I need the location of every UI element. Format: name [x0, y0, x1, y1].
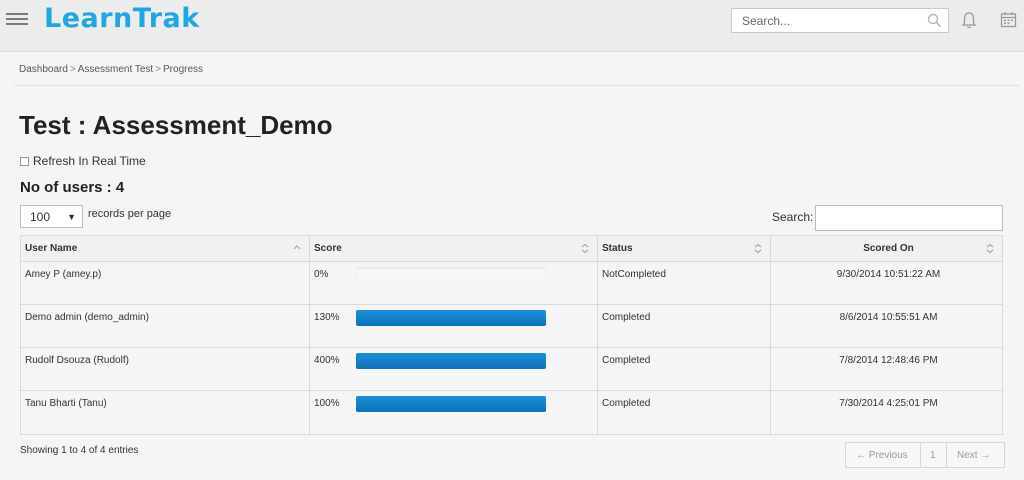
scored-on-cell: 9/30/2014 10:51:22 AM	[836, 269, 941, 280]
user-name-cell: Rudolf Dsouza (Rudolf)	[21, 348, 310, 390]
score-progress-bar	[356, 310, 546, 326]
breadcrumb-progress: Progress	[163, 64, 204, 75]
table-search-label: Search:	[772, 210, 814, 224]
score-progress-bar	[356, 353, 546, 369]
refresh-realtime-checkbox[interactable]	[20, 156, 29, 166]
status-cell: Completed	[598, 391, 771, 434]
breadcrumb-separator: >	[155, 64, 162, 75]
calendar-icon[interactable]	[1000, 11, 1017, 28]
refresh-realtime-option: Refresh In Real Time	[20, 154, 146, 168]
column-header-status[interactable]: Status	[598, 236, 771, 261]
column-header-label: Scored On	[863, 243, 914, 254]
score-percent: 0%	[314, 269, 329, 280]
column-header-label: User Name	[25, 243, 78, 254]
app-logo[interactable]: LearnTrak	[44, 3, 200, 34]
score-progress-fill	[356, 353, 546, 369]
global-search[interactable]	[731, 8, 949, 33]
score-cell: 100%	[310, 391, 598, 434]
sort-asc-icon	[293, 245, 301, 250]
menu-icon[interactable]	[6, 13, 28, 27]
search-icon[interactable]	[927, 13, 942, 28]
score-cell: 0%	[310, 262, 598, 304]
score-percent: 100%	[314, 398, 340, 409]
table-header-row: User Name Score Status Scored On	[21, 236, 1002, 262]
column-header-label: Score	[314, 243, 342, 254]
scored-on-cell: 7/8/2014 12:48:46 PM	[839, 355, 938, 366]
top-bar: LearnTrak	[0, 0, 1024, 52]
previous-page-button[interactable]: ← Previous	[846, 443, 921, 467]
breadcrumb-dashboard[interactable]: Dashboard	[19, 64, 68, 75]
user-name-cell: Demo admin (demo_admin)	[21, 305, 310, 347]
breadcrumb: Dashboard > Assessment Test > Progress	[19, 64, 203, 75]
score-progress-bar	[356, 396, 546, 412]
page-1-button[interactable]: 1	[921, 443, 947, 467]
column-header-user-name[interactable]: User Name	[21, 236, 310, 261]
score-percent: 130%	[314, 312, 340, 323]
table-info: Showing 1 to 4 of 4 entries	[20, 445, 139, 456]
column-header-score[interactable]: Score	[310, 236, 598, 261]
divider	[14, 85, 1020, 86]
user-name-cell: Tanu Bharti (Tanu)	[21, 391, 310, 434]
table-row: Rudolf Dsouza (Rudolf) 400% Completed 7/…	[21, 348, 1002, 391]
breadcrumb-assessment-test[interactable]: Assessment Test	[78, 64, 153, 75]
table-search-input[interactable]	[815, 205, 1003, 231]
records-per-page-select[interactable]: 100 ▼	[20, 205, 83, 228]
scored-on-cell: 7/30/2014 4:25:01 PM	[839, 398, 938, 409]
page-title: Test : Assessment_Demo	[19, 110, 333, 140]
score-cell: 130%	[310, 305, 598, 347]
table-row: Amey P (amey.p) 0% NotCompleted 9/30/201…	[21, 262, 1002, 305]
status-cell: Completed	[598, 305, 771, 347]
bell-icon[interactable]	[961, 11, 977, 29]
refresh-realtime-label: Refresh In Real Time	[33, 154, 146, 168]
chevron-down-icon: ▼	[67, 212, 76, 222]
global-search-input[interactable]	[732, 9, 917, 32]
score-percent: 400%	[314, 355, 340, 366]
sort-both-icon	[754, 243, 762, 254]
status-cell: Completed	[598, 348, 771, 390]
sort-both-icon	[581, 243, 589, 254]
records-per-page-value: 100	[30, 210, 51, 224]
user-name-cell: Amey P (amey.p)	[21, 262, 310, 304]
breadcrumb-separator: >	[69, 64, 76, 75]
column-header-label: Status	[602, 243, 633, 254]
table-row: Tanu Bharti (Tanu) 100% Completed 7/30/2…	[21, 391, 1002, 434]
score-cell: 400%	[310, 348, 598, 390]
table-row: Demo admin (demo_admin) 130% Completed 8…	[21, 305, 1002, 348]
scored-on-cell: 8/6/2014 10:55:51 AM	[839, 312, 938, 323]
score-progress-bar	[356, 267, 546, 283]
next-page-button[interactable]: Next →	[947, 443, 1004, 467]
progress-table: User Name Score Status Scored On Amey P …	[20, 235, 1003, 435]
status-cell: NotCompleted	[598, 262, 771, 304]
score-progress-fill	[356, 396, 546, 412]
users-count: No of users : 4	[20, 179, 125, 196]
pagination: ← Previous 1 Next →	[845, 442, 1005, 468]
records-per-page-label: records per page	[88, 208, 172, 220]
sort-both-icon	[986, 243, 994, 254]
score-progress-fill	[356, 310, 546, 326]
column-header-scored-on[interactable]: Scored On	[771, 236, 1002, 261]
